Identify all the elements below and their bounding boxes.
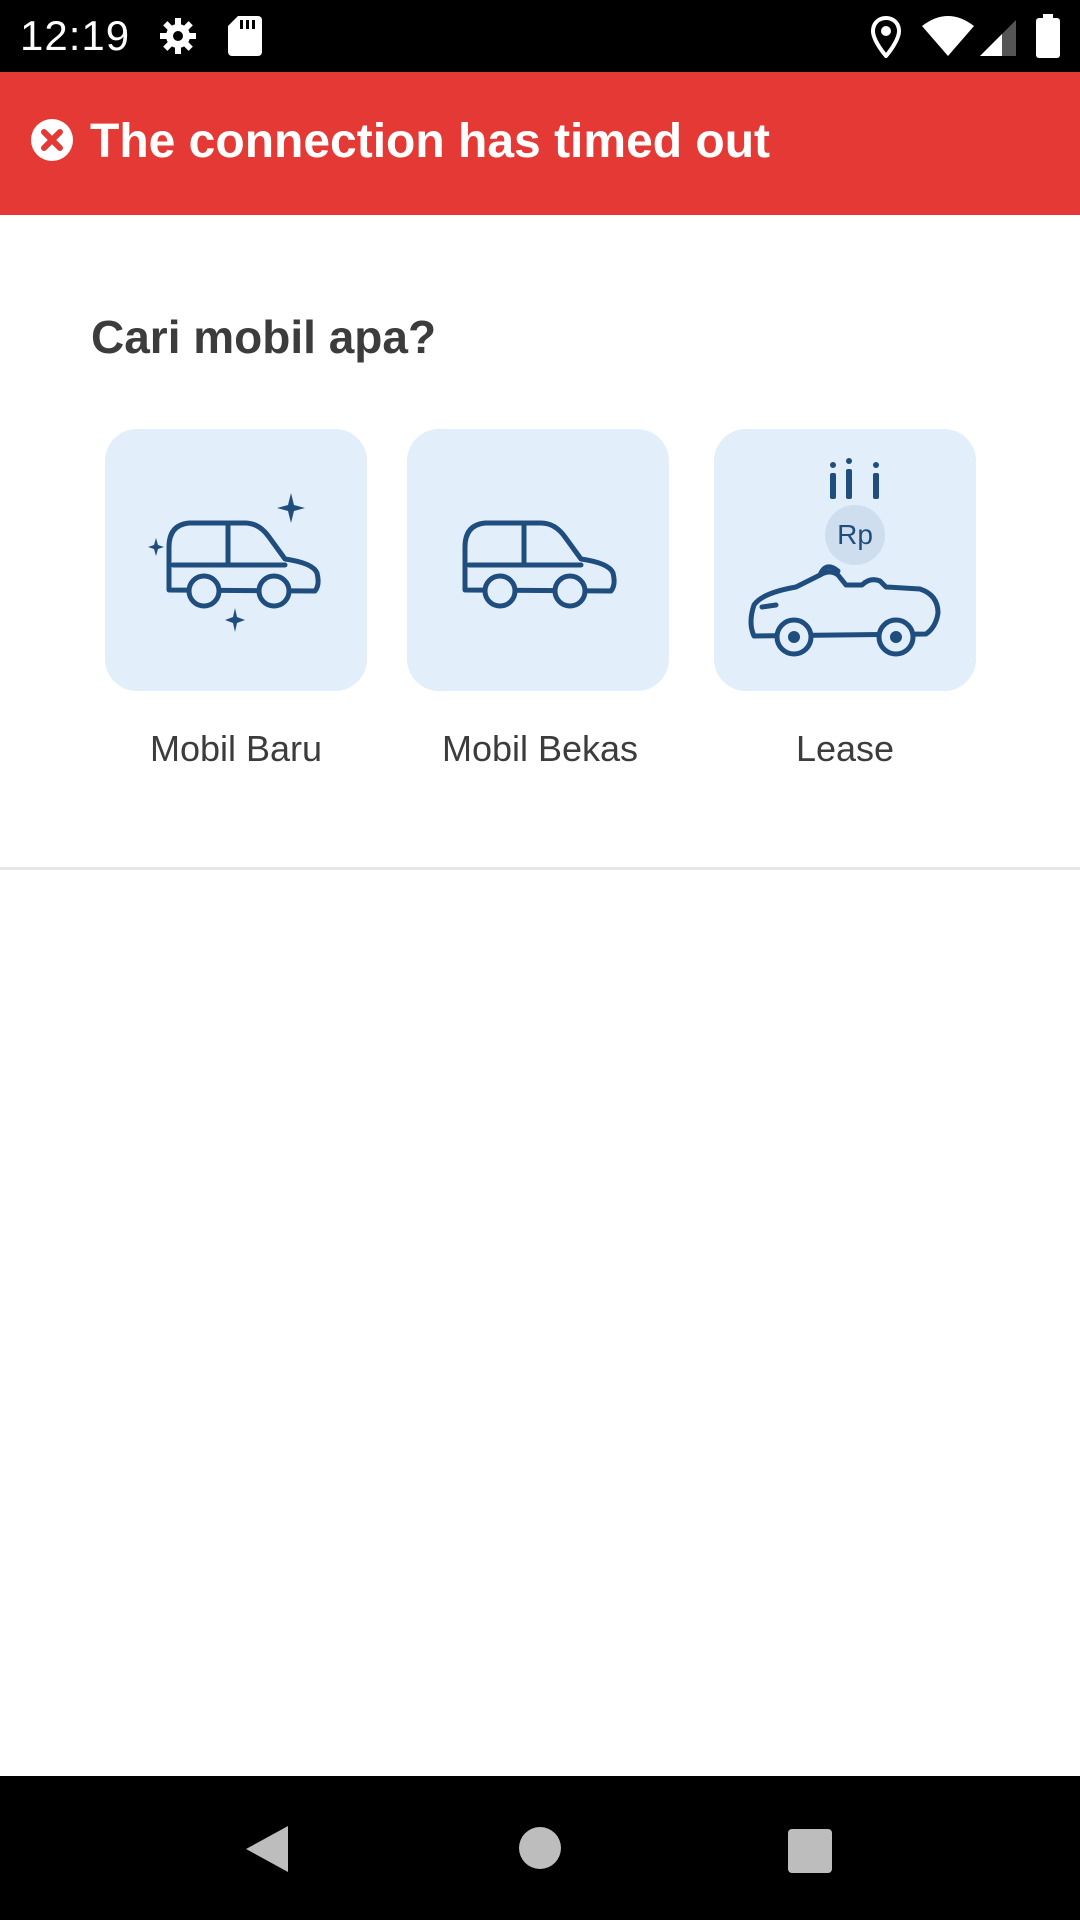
used-car-label[interactable]: Mobil Bekas (390, 725, 690, 773)
error-banner: The connection has timed out (0, 72, 1080, 215)
section-divider (0, 867, 1080, 870)
lease-card[interactable]: Rp (714, 429, 976, 691)
new-car-label[interactable]: Mobil Baru (86, 725, 386, 773)
rupiah-badge-text: Rp (837, 519, 873, 550)
status-time: 12:19 (20, 12, 131, 59)
status-bar: 12:19 (0, 0, 1080, 72)
used-car-card[interactable] (407, 429, 669, 691)
navigation-bar (0, 1776, 1080, 1920)
error-message: The connection has timed out (90, 115, 771, 168)
recents-icon[interactable] (787, 1828, 833, 1874)
lease-label[interactable]: Lease (695, 725, 995, 773)
used-car-icon (462, 520, 617, 609)
new-car-card[interactable] (105, 429, 367, 691)
battery-icon (1036, 14, 1060, 58)
settings-icon (160, 18, 196, 54)
car-category-section: Cari mobil apa? Mobil Baru Mobil Bekas R… (0, 215, 1080, 868)
lease-car-icon (748, 458, 941, 657)
error-circle-icon (31, 119, 73, 161)
back-icon[interactable] (244, 1824, 290, 1874)
location-icon (870, 16, 902, 58)
section-title: Cari mobil apa? (91, 311, 437, 363)
wifi-icon (922, 16, 974, 56)
home-icon[interactable] (518, 1826, 562, 1870)
sd-card-icon (228, 16, 262, 56)
signal-icon (980, 20, 1016, 56)
new-car-icon (148, 493, 321, 632)
